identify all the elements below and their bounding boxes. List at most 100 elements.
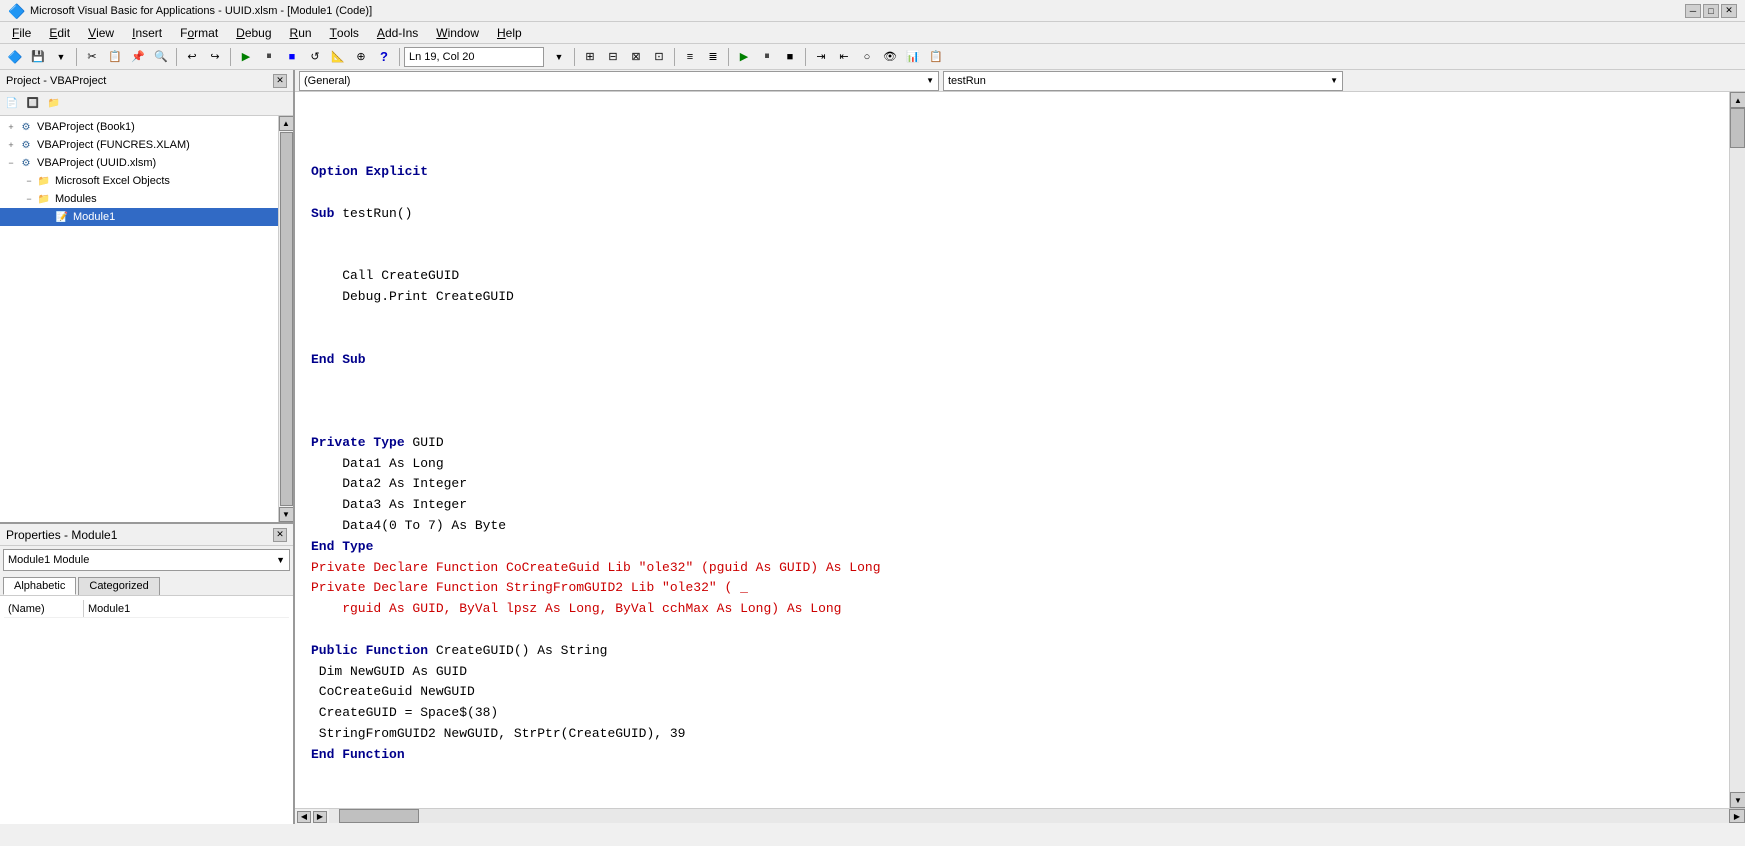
tree-item-funcres[interactable]: + ⚙ VBAProject (FUNCRES.XLAM) xyxy=(0,136,278,154)
toolbar-design-btn[interactable]: 📐 xyxy=(327,46,349,68)
app-icon: 🔷 xyxy=(8,3,24,19)
toolbar-stop-btn[interactable]: ■ xyxy=(281,46,303,68)
vscroll-up[interactable]: ▲ xyxy=(1730,92,1745,108)
code-nav-left[interactable]: ◀ xyxy=(297,811,311,823)
code-line xyxy=(311,786,1713,807)
tree-item-uuid[interactable]: − ⚙ VBAProject (UUID.xlsm) xyxy=(0,154,278,172)
toolbar-run2[interactable]: ▶ xyxy=(733,46,755,68)
code-nav-right[interactable]: ▶ xyxy=(313,811,327,823)
menu-help[interactable]: Help xyxy=(489,23,530,43)
scroll-thumb[interactable] xyxy=(280,132,293,506)
code-line-str: StringFromGUID2 NewGUID, StrPtr(CreateGU… xyxy=(311,724,1713,745)
toolbar-find-btn[interactable]: 🔍 xyxy=(150,46,172,68)
props-tab-categorized[interactable]: Categorized xyxy=(78,577,159,595)
menu-tools[interactable]: Tools xyxy=(322,23,367,43)
toolbar-cut-btn[interactable]: ✂ xyxy=(81,46,103,68)
menu-run[interactable]: Run xyxy=(282,23,320,43)
tree-item-module1[interactable]: 📝 Module1 xyxy=(0,208,278,226)
code-line xyxy=(311,329,1713,350)
toolbar-r1[interactable]: ⊞ xyxy=(579,46,601,68)
toolbar-reset-btn[interactable]: ↺ xyxy=(304,46,326,68)
menu-addins[interactable]: Add-Ins xyxy=(369,23,426,43)
toolbar-r3[interactable]: ⊠ xyxy=(625,46,647,68)
vscroll-down[interactable]: ▼ xyxy=(1730,792,1745,808)
maximize-button[interactable]: □ xyxy=(1703,4,1719,18)
toolbar-bp[interactable]: ○ xyxy=(856,46,878,68)
toolbar-help-btn[interactable]: ? xyxy=(373,46,395,68)
toolbar-stop2[interactable]: ■ xyxy=(779,46,801,68)
toolbar-outdent[interactable]: ⇤ xyxy=(833,46,855,68)
menu-insert[interactable]: Insert xyxy=(124,23,170,43)
code-line-data3: Data3 As Integer xyxy=(311,495,1713,516)
toolbar-r4[interactable]: ⊡ xyxy=(648,46,670,68)
props-key-name: (Name) xyxy=(4,600,84,617)
location-dropdown-btn[interactable]: ▼ xyxy=(548,46,570,68)
props-close-btn[interactable]: ✕ xyxy=(273,528,287,542)
code-line xyxy=(311,391,1713,412)
code-dropdown-right[interactable]: testRun ▼ xyxy=(943,71,1343,91)
sep4 xyxy=(399,48,400,66)
code-line-co: CoCreateGuid NewGUID xyxy=(311,682,1713,703)
code-dropdown-left[interactable]: (General) ▼ xyxy=(299,71,939,91)
toolbar-r6[interactable]: ≣ xyxy=(702,46,724,68)
menu-debug[interactable]: Debug xyxy=(228,23,279,43)
tree-icon-module1: 📝 xyxy=(54,209,70,225)
hscroll-thumb[interactable] xyxy=(339,809,419,823)
project-panel-close[interactable]: ✕ xyxy=(273,74,287,88)
code-line-pubfunc: Public Function CreateGUID() As String xyxy=(311,641,1713,662)
menu-edit[interactable]: Edit xyxy=(41,23,78,43)
code-line xyxy=(311,807,1713,808)
menu-view[interactable]: View xyxy=(80,23,122,43)
tree-expander-uuid: − xyxy=(4,156,18,170)
code-editor-area: Option Explicit Sub testRun() Call Creat… xyxy=(295,92,1745,808)
project-view-object[interactable]: 🔲 xyxy=(23,94,43,114)
tree-item-excel-objects[interactable]: − 📁 Microsoft Excel Objects xyxy=(0,172,278,190)
toolbar-r5[interactable]: ≡ xyxy=(679,46,701,68)
toolbar-callstack[interactable]: 📋 xyxy=(925,46,947,68)
project-view-code[interactable]: 📄 xyxy=(2,94,22,114)
menu-bar: File Edit View Insert Format Debug Run T… xyxy=(0,22,1745,44)
properties-panel: Properties - Module1 ✕ Module1 Module ▼ … xyxy=(0,524,293,824)
project-panel-header: Project - VBAProject ✕ xyxy=(0,70,293,92)
toolbar-break-btn[interactable]: ⊕ xyxy=(350,46,372,68)
vscroll-thumb[interactable] xyxy=(1730,108,1745,148)
toolbar-watch[interactable]: 👁 xyxy=(879,46,901,68)
code-dropdown-right-text: testRun xyxy=(948,75,986,87)
code-line xyxy=(311,246,1713,267)
scroll-up-arrow[interactable]: ▲ xyxy=(279,116,294,131)
menu-window[interactable]: Window xyxy=(428,23,487,43)
props-dropdown-text: Module1 Module xyxy=(8,554,89,566)
toolbar-run-btn[interactable]: ▶ xyxy=(235,46,257,68)
menu-format[interactable]: Format xyxy=(172,23,226,43)
hscroll-right[interactable]: ▶ xyxy=(1729,809,1745,823)
props-dropdown[interactable]: Module1 Module ▼ xyxy=(3,549,290,571)
toolbar-group-run: ▶ ⏸ ■ ↺ 📐 ⊕ ? xyxy=(235,46,395,68)
code-editor[interactable]: Option Explicit Sub testRun() Call Creat… xyxy=(295,92,1729,808)
toolbar-redo-btn[interactable]: ↪ xyxy=(204,46,226,68)
code-line-data4: Data4(0 To 7) As Byte xyxy=(311,516,1713,537)
toolbar-paste-btn[interactable]: 📌 xyxy=(127,46,149,68)
toolbar-dropdown-btn[interactable]: ▼ xyxy=(50,46,72,68)
toolbar-r2[interactable]: ⊟ xyxy=(602,46,624,68)
close-button[interactable]: ✕ xyxy=(1721,4,1737,18)
toolbar-pause-btn[interactable]: ⏸ xyxy=(258,46,280,68)
tree-label-funcres: VBAProject (FUNCRES.XLAM) xyxy=(37,139,190,151)
toolbar-locals[interactable]: 📊 xyxy=(902,46,924,68)
project-panel-toolbar: 📄 🔲 📁 xyxy=(0,92,293,116)
hscroll-track[interactable] xyxy=(329,809,1729,823)
menu-file[interactable]: File xyxy=(4,23,39,43)
toolbar-copy-btn[interactable]: 📋 xyxy=(104,46,126,68)
props-tab-alphabetic[interactable]: Alphabetic xyxy=(3,577,76,595)
minimize-button[interactable]: ─ xyxy=(1685,4,1701,18)
scroll-down-arrow[interactable]: ▼ xyxy=(279,507,294,522)
toolbar-indent[interactable]: ⇥ xyxy=(810,46,832,68)
toolbar-undo-btn[interactable]: ↩ xyxy=(181,46,203,68)
toolbar-save-btn[interactable]: 💾 xyxy=(27,46,49,68)
toolbar-pause2[interactable]: ⏸ xyxy=(756,46,778,68)
tree-expander-modules: − xyxy=(22,192,36,206)
title-bar: 🔷 Microsoft Visual Basic for Application… xyxy=(0,0,1745,22)
tree-item-modules[interactable]: − 📁 Modules xyxy=(0,190,278,208)
vscroll-track[interactable] xyxy=(1730,108,1745,792)
tree-item-book1[interactable]: + ⚙ VBAProject (Book1) xyxy=(0,118,278,136)
project-toggle-folders[interactable]: 📁 xyxy=(44,94,64,114)
